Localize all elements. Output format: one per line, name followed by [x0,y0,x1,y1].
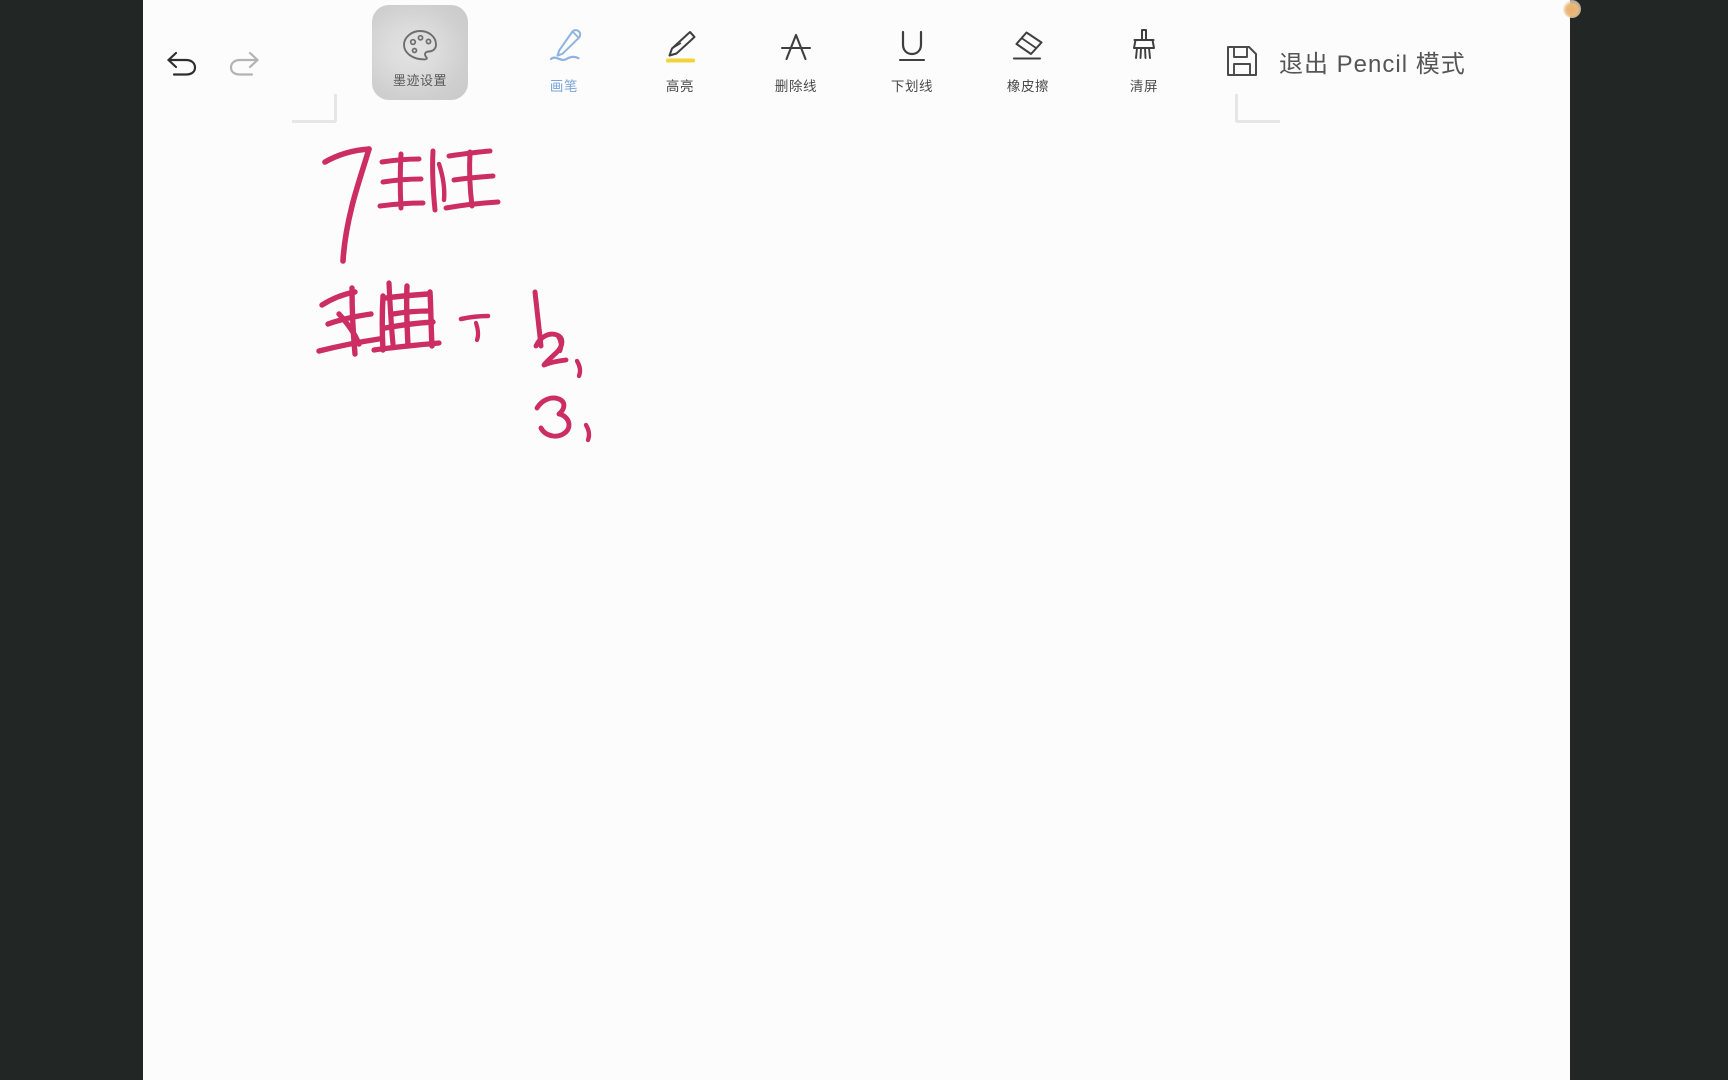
tool-clear-screen-label: 清屏 [1129,79,1159,94]
tool-eraser-label: 橡皮擦 [1006,79,1050,94]
pen-icon [542,26,586,66]
ink-note-zhoushang [316,280,491,357]
redo-arrow-icon [229,51,259,76]
tool-underline[interactable]: 下划线 [866,26,958,100]
ink-note-7ban [322,146,501,264]
strikethrough-icon [774,26,818,66]
exit-pencil-mode-button[interactable]: 退出 Pencil 模式 [1279,42,1466,80]
tool-strikethrough-label: 删除线 [774,79,818,94]
undo-arrow-icon [167,51,197,76]
tool-highlight-label: 高亮 [665,79,695,94]
screen-root: 墨迹设置 画笔 高亮 删除线 下划线 橡皮擦 清屏 退出 Pencil 模式 [0,0,1728,1080]
tool-brush-label: 画笔 [549,79,579,94]
pencil-mode-window: 墨迹设置 画笔 高亮 删除线 下划线 橡皮擦 清屏 退出 Pencil 模式 [143,0,1570,1080]
broom-icon [1133,29,1155,59]
tool-brush[interactable]: 画笔 [518,26,610,100]
tool-eraser[interactable]: 橡皮擦 [982,26,1074,100]
pencil-toolbar: 墨迹设置 画笔 高亮 删除线 下划线 橡皮擦 清屏 退出 Pencil 模式 [143,0,1570,118]
drawing-canvas[interactable] [143,94,1570,1080]
underline-icon [890,26,934,66]
ink-settings-label: 墨迹设置 [392,73,447,88]
undo-button[interactable] [156,40,208,86]
save-button[interactable] [1216,36,1268,86]
ink-settings-button[interactable]: 墨迹设置 [372,5,468,100]
tool-clear-screen[interactable]: 清屏 [1098,26,1190,100]
tool-strikethrough[interactable]: 删除线 [750,26,842,100]
redo-button[interactable] [218,40,270,86]
tool-highlight[interactable]: 高亮 [634,26,726,100]
palette-icon [401,22,439,62]
highlighter-icon [657,26,703,66]
tool-underline-label: 下划线 [890,79,934,94]
eraser-icon [1012,31,1043,60]
floppy-disk-icon [1227,46,1257,76]
exit-pencil-mode-label: 退出 Pencil 模式 [1279,50,1466,78]
ink-note-list [532,289,592,443]
ink-strokes-layer [316,146,592,443]
